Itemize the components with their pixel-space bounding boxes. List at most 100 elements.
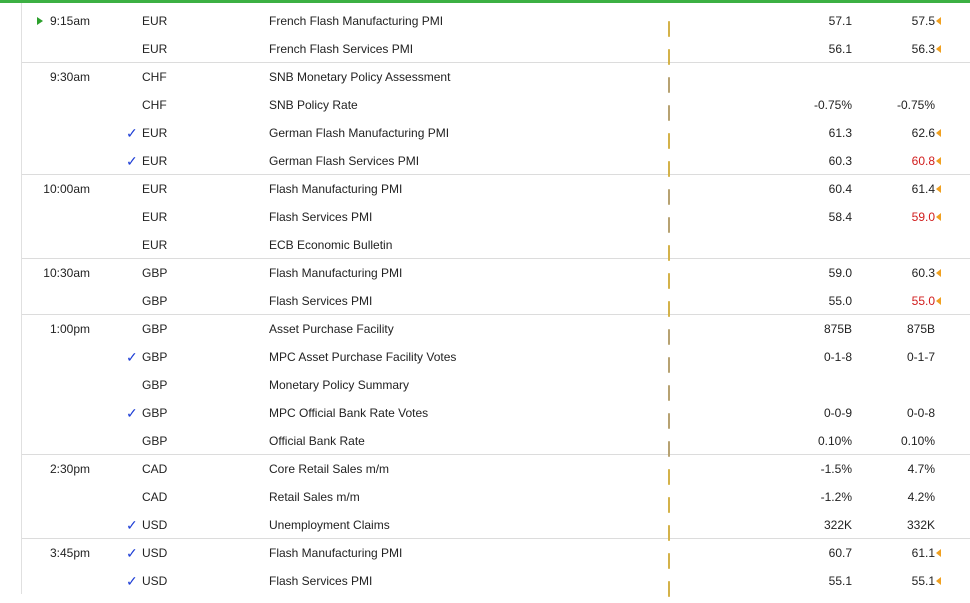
impact-icon[interactable] <box>210 576 225 586</box>
event-title[interactable]: German Flash Services PMI <box>269 147 419 175</box>
detail-folder-icon[interactable] <box>668 127 682 149</box>
detail-folder-icon[interactable] <box>668 435 682 457</box>
impact-icon[interactable] <box>210 128 225 138</box>
impact-icon[interactable] <box>210 492 225 502</box>
calendar-row[interactable]: 2:30pm CAD Core Retail Sales m/m -1.5% 4… <box>22 455 970 485</box>
event-title[interactable]: SNB Policy Rate <box>269 91 358 119</box>
calendar-row[interactable]: ✓ EUR German Flash Manufacturing PMI 61.… <box>22 119 970 149</box>
calendar-row[interactable]: EUR French Flash Services PMI 56.1 56.3 <box>22 35 970 65</box>
event-title[interactable]: Unemployment Claims <box>269 511 390 539</box>
detail-folder-icon[interactable] <box>668 351 682 373</box>
calendar-row[interactable]: EUR Flash Services PMI 58.4 59.0 <box>22 203 970 233</box>
revision-flag-icon[interactable] <box>936 157 941 165</box>
impact-icon[interactable] <box>210 408 225 418</box>
impact-icon[interactable] <box>210 380 225 390</box>
detail-folder-icon[interactable] <box>668 239 682 261</box>
detail-folder-icon[interactable] <box>668 575 682 597</box>
impact-icon[interactable] <box>210 212 225 222</box>
impact-icon[interactable] <box>210 296 225 306</box>
event-title[interactable]: Flash Manufacturing PMI <box>269 539 402 567</box>
event-title[interactable]: MPC Asset Purchase Facility Votes <box>269 343 456 371</box>
event-title[interactable]: Retail Sales m/m <box>269 483 360 511</box>
impact-icon[interactable] <box>210 240 225 250</box>
event-title[interactable]: ECB Economic Bulletin <box>269 231 392 259</box>
calendar-row[interactable]: GBP Flash Services PMI 55.0 55.0 <box>22 287 970 317</box>
revision-flag-icon[interactable] <box>936 577 941 585</box>
event-title[interactable]: SNB Monetary Policy Assessment <box>269 63 450 91</box>
calendar-row[interactable]: 9:30am CHF SNB Monetary Policy Assessmen… <box>22 63 970 93</box>
detail-folder-icon[interactable] <box>668 43 682 65</box>
revision-flag-icon[interactable] <box>936 549 941 557</box>
impact-icon[interactable] <box>210 268 225 278</box>
detail-folder-icon[interactable] <box>668 183 682 205</box>
forecast-value: 60.7 <box>828 546 852 560</box>
impact-icon[interactable] <box>210 548 225 558</box>
currency: EUR <box>142 42 168 56</box>
event-title[interactable]: French Flash Manufacturing PMI <box>269 7 443 35</box>
calendar-row[interactable]: EUR ECB Economic Bulletin <box>22 231 970 261</box>
event-title[interactable]: German Flash Manufacturing PMI <box>269 119 449 147</box>
detail-folder-icon[interactable] <box>668 547 682 569</box>
calendar-row[interactable]: ✓ GBP MPC Asset Purchase Facility Votes … <box>22 343 970 373</box>
previous-value: 55.1 <box>911 574 935 588</box>
previous-value: 0.10% <box>900 434 935 448</box>
calendar-row[interactable]: 10:00am EUR Flash Manufacturing PMI 60.4… <box>22 175 970 205</box>
event-title[interactable]: Flash Services PMI <box>269 203 372 231</box>
calendar-row[interactable]: ✓ GBP MPC Official Bank Rate Votes 0-0-9… <box>22 399 970 429</box>
forecast-value: 322K <box>823 518 852 532</box>
impact-icon[interactable] <box>210 44 225 54</box>
detail-folder-icon[interactable] <box>668 211 682 233</box>
revision-flag-icon[interactable] <box>936 17 941 25</box>
revision-flag-icon[interactable] <box>936 129 941 137</box>
detail-folder-icon[interactable] <box>668 267 682 289</box>
calendar-row[interactable]: GBP Official Bank Rate 0.10% 0.10% <box>22 427 970 457</box>
detail-folder-icon[interactable] <box>668 491 682 513</box>
impact-icon[interactable] <box>210 352 225 362</box>
impact-icon[interactable] <box>210 520 225 530</box>
calendar-row[interactable]: GBP Monetary Policy Summary <box>22 371 970 401</box>
revision-flag-icon[interactable] <box>936 213 941 221</box>
calendar-row[interactable]: ✓ EUR German Flash Services PMI 60.3 60.… <box>22 147 970 177</box>
impact-icon[interactable] <box>210 156 225 166</box>
detail-folder-icon[interactable] <box>668 15 682 37</box>
event-title[interactable]: Flash Services PMI <box>269 287 372 315</box>
calendar-row[interactable]: CAD Retail Sales m/m -1.2% 4.2% <box>22 483 970 513</box>
event-title[interactable]: Official Bank Rate <box>269 427 365 455</box>
revision-flag-icon[interactable] <box>936 185 941 193</box>
impact-icon[interactable] <box>210 324 225 334</box>
impact-icon[interactable] <box>210 100 225 110</box>
forecast-value: 60.3 <box>828 154 852 168</box>
calendar-row[interactable]: CHF SNB Policy Rate -0.75% -0.75% <box>22 91 970 121</box>
calendar-row[interactable]: 10:30am GBP Flash Manufacturing PMI 59.0… <box>22 259 970 289</box>
calendar-row[interactable]: 3:45pm ✓ USD Flash Manufacturing PMI 60.… <box>22 539 970 569</box>
calendar-row[interactable]: ✓ USD Unemployment Claims 322K 332K <box>22 511 970 541</box>
calendar-row[interactable]: 1:00pm GBP Asset Purchase Facility 875B … <box>22 315 970 345</box>
detail-folder-icon[interactable] <box>668 295 682 317</box>
detail-folder-icon[interactable] <box>668 71 682 93</box>
event-title[interactable]: MPC Official Bank Rate Votes <box>269 399 428 427</box>
calendar-row[interactable]: 9:15am EUR French Flash Manufacturing PM… <box>22 7 970 37</box>
event-title[interactable]: Monetary Policy Summary <box>269 371 409 399</box>
event-title[interactable]: Flash Manufacturing PMI <box>269 175 402 203</box>
detail-folder-icon[interactable] <box>668 407 682 429</box>
impact-icon[interactable] <box>210 184 225 194</box>
detail-folder-icon[interactable] <box>668 519 682 541</box>
detail-folder-icon[interactable] <box>668 463 682 485</box>
event-title[interactable]: Flash Manufacturing PMI <box>269 259 402 287</box>
detail-folder-icon[interactable] <box>668 323 682 345</box>
event-title[interactable]: Core Retail Sales m/m <box>269 455 389 483</box>
impact-icon[interactable] <box>210 72 225 82</box>
calendar-row[interactable]: ✓ USD Flash Services PMI 55.1 55.1 <box>22 567 970 597</box>
detail-folder-icon[interactable] <box>668 379 682 401</box>
detail-folder-icon[interactable] <box>668 99 682 121</box>
revision-flag-icon[interactable] <box>936 269 941 277</box>
impact-icon[interactable] <box>210 464 225 474</box>
impact-icon[interactable] <box>210 16 225 26</box>
event-title[interactable]: French Flash Services PMI <box>269 35 413 63</box>
event-title[interactable]: Asset Purchase Facility <box>269 315 394 343</box>
detail-folder-icon[interactable] <box>668 155 682 177</box>
revision-flag-icon[interactable] <box>936 297 941 305</box>
impact-icon[interactable] <box>210 436 225 446</box>
event-title[interactable]: Flash Services PMI <box>269 567 372 595</box>
revision-flag-icon[interactable] <box>936 45 941 53</box>
